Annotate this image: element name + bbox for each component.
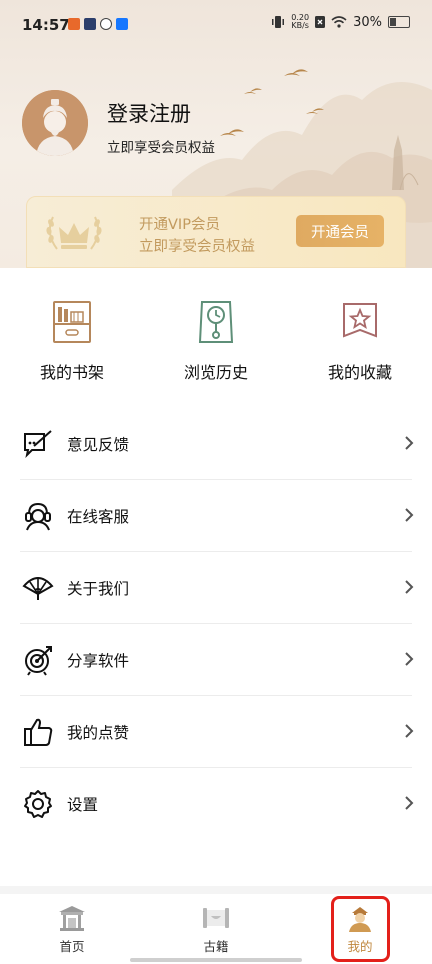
vip-subtitle: 立即享受会员权益	[139, 239, 255, 255]
scholar-avatar-icon	[22, 90, 88, 156]
menu-label: 意见反馈	[67, 436, 130, 454]
status-time: 14:57	[22, 16, 70, 34]
crown-laurel-icon	[46, 216, 102, 250]
quick-action-label: 浏览历史	[183, 363, 248, 382]
battery-icon	[388, 16, 410, 28]
battery-percent: 30%	[353, 14, 382, 30]
network-speed-unit: KB/s	[291, 21, 309, 30]
quick-action-favorites[interactable]: 我的收藏	[310, 300, 410, 383]
login-register-link[interactable]: 登录注册	[107, 98, 191, 128]
vibrate-icon	[272, 16, 285, 28]
menu-item-share[interactable]: 分享软件	[20, 624, 414, 696]
user-avatar[interactable]	[22, 90, 88, 156]
home-indicator[interactable]	[130, 958, 302, 962]
quick-action-history[interactable]: 浏览历史	[166, 300, 266, 383]
clock-history-icon	[198, 301, 234, 343]
nav-label: 首页	[59, 939, 85, 954]
chevron-right-icon	[405, 652, 414, 666]
settings-gear-icon	[24, 790, 52, 818]
star-bookmark-icon	[343, 303, 377, 338]
profile-screen: 14:57 0.20 KB/s 30% 登录注册 立即享受会员权益 开通VIP会…	[0, 0, 432, 964]
chevron-right-icon	[405, 796, 414, 810]
quick-action-label: 我的收藏	[327, 363, 392, 382]
nav-tab-home[interactable]: 首页	[32, 904, 112, 955]
feedback-icon	[24, 430, 52, 459]
menu-label: 设置	[67, 796, 99, 814]
chevron-right-icon	[405, 580, 414, 594]
system-indicators: 0.20 KB/s 30%	[271, 14, 410, 30]
wifi-icon	[331, 16, 347, 28]
menu-label: 在线客服	[67, 508, 130, 526]
chevron-right-icon	[405, 508, 414, 522]
menu-item-feedback[interactable]: 意见反馈	[20, 408, 414, 480]
vip-promo-card[interactable]: 开通VIP会员 立即享受会员权益 开通会员	[26, 196, 406, 268]
menu-label: 分享软件	[67, 652, 130, 670]
quick-action-label: 我的书架	[39, 363, 104, 382]
menu-item-likes[interactable]: 我的点赞	[20, 696, 414, 768]
profile-header: 14:57 0.20 KB/s 30% 登录注册 立即享受会员权益 开通VIP会…	[0, 0, 432, 268]
network-speed: 0.20 KB/s	[291, 14, 309, 30]
link-notification-icon	[100, 18, 112, 30]
open-vip-button[interactable]: 开通会员	[296, 215, 384, 247]
notification-icons	[68, 18, 128, 30]
nav-tab-classics[interactable]: 古籍	[176, 904, 256, 955]
vip-title: 开通VIP会员	[139, 217, 220, 233]
chevron-right-icon	[405, 436, 414, 450]
target-share-icon	[25, 646, 52, 676]
alipay-notification-icon	[116, 18, 128, 30]
settings-menu: 意见反馈 在线客服 关于我们 分享软件 我的点赞 设置	[0, 408, 432, 840]
customer-service-icon	[25, 502, 51, 531]
quick-actions: 我的书架 浏览历史 我的收藏	[0, 300, 432, 390]
menu-label: 我的点赞	[67, 724, 130, 742]
chevron-right-icon	[405, 724, 414, 738]
menu-item-customer-service[interactable]: 在线客服	[20, 480, 414, 552]
menu-item-settings[interactable]: 设置	[20, 768, 414, 840]
no-sim-icon	[315, 16, 326, 28]
login-subtitle: 立即享受会员权益	[107, 140, 215, 156]
temple-home-icon	[59, 906, 85, 931]
active-tab-highlight	[331, 896, 390, 962]
bookshelf-icon	[53, 301, 91, 343]
menu-item-about[interactable]: 关于我们	[20, 552, 414, 624]
quick-action-bookshelf[interactable]: 我的书架	[22, 300, 122, 383]
play-notification-icon	[84, 18, 96, 30]
nav-divider	[0, 886, 432, 894]
scroll-book-icon	[203, 908, 229, 928]
menu-label: 关于我们	[67, 580, 130, 598]
app-notification-icon	[68, 18, 80, 30]
fan-icon	[22, 577, 54, 600]
nav-label: 古籍	[203, 939, 229, 954]
thumbs-up-icon	[24, 718, 53, 746]
